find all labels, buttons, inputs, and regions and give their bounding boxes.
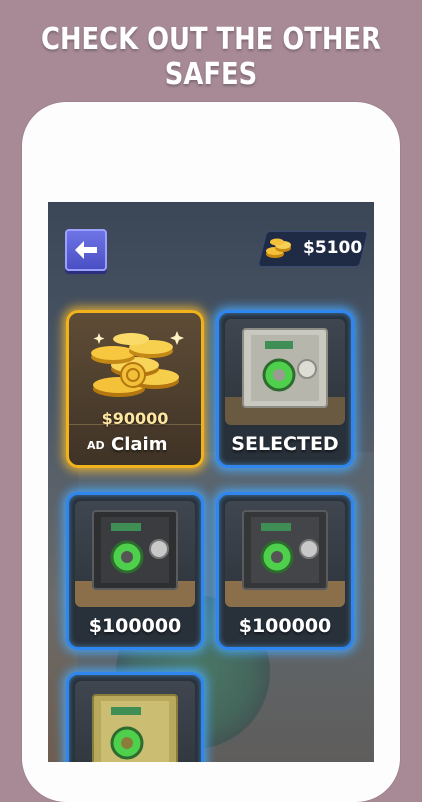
game-screen: $5100 $90000 AD Claim SELECTED $100000 $… — [48, 202, 374, 762]
safe-icon — [225, 510, 345, 607]
safe-icon — [225, 328, 345, 425]
safe-card[interactable] — [66, 672, 204, 762]
safe-price: $100000 — [88, 615, 182, 637]
safe-image — [225, 319, 345, 425]
coin-balance: $5100 — [303, 238, 363, 258]
ad-tag: AD — [87, 439, 105, 452]
safe-price: $100000 — [238, 615, 332, 637]
safe-card[interactable]: $100000 — [66, 492, 204, 650]
arrow-left-icon — [75, 241, 97, 259]
promo-title: CHECK OUT THE OTHER SAFES — [41, 22, 381, 92]
reward-card[interactable]: $90000 AD Claim — [66, 310, 204, 468]
coin-counter: $5100 — [257, 231, 369, 267]
claim-label: Claim — [111, 434, 168, 455]
safe-image — [75, 501, 195, 607]
claim-button[interactable]: AD Claim — [69, 424, 201, 465]
safe-icon — [75, 510, 195, 607]
back-button[interactable] — [65, 229, 107, 271]
safe-label: SELECTED — [231, 433, 339, 455]
safe-card[interactable]: $100000 — [216, 492, 354, 650]
coin-pile-icon — [91, 331, 184, 397]
safe-image — [225, 501, 345, 607]
safe-card-selected[interactable]: SELECTED — [216, 310, 354, 468]
gold-coins-icon — [266, 238, 291, 258]
